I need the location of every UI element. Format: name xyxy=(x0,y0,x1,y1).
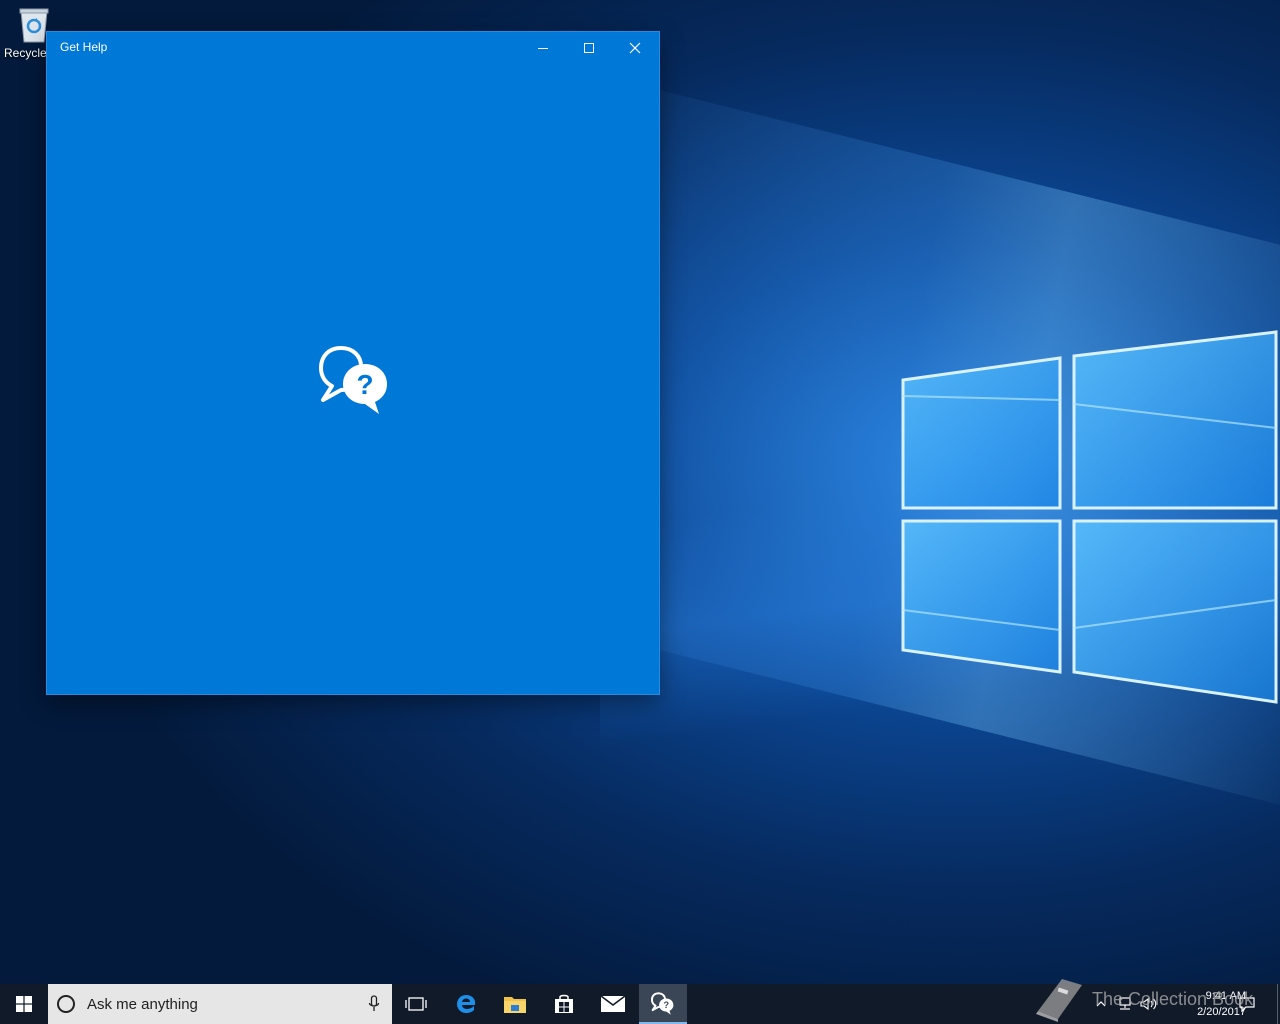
recycle-bin-icon xyxy=(17,6,51,44)
cortana-icon xyxy=(57,995,75,1013)
taskbar-app-get-help[interactable]: ? xyxy=(639,984,687,1024)
show-desktop-divider xyxy=(1276,984,1278,1024)
svg-text:?: ? xyxy=(663,1000,669,1010)
taskbar-app-mail[interactable] xyxy=(589,984,637,1024)
help-chat-icon: ? xyxy=(650,992,674,1015)
taskbar: Ask me anything ? 9:41 AM 2/20/2017 xyxy=(0,984,1280,1024)
maximize-icon xyxy=(584,43,594,53)
windows-start-icon xyxy=(16,996,32,1012)
chevron-up-icon xyxy=(1096,1001,1106,1007)
action-center-button[interactable] xyxy=(1234,984,1260,1024)
close-icon xyxy=(629,42,641,54)
close-button[interactable] xyxy=(612,32,658,64)
folder-icon xyxy=(504,997,526,1013)
svg-text:?: ? xyxy=(356,369,373,400)
start-button[interactable] xyxy=(0,984,48,1024)
taskbar-app-store[interactable] xyxy=(540,984,588,1024)
clock-date: 2/20/2017 xyxy=(1197,1006,1246,1018)
edge-icon xyxy=(457,995,476,1013)
window-title: Get Help xyxy=(60,40,108,54)
show-desktop-button[interactable] xyxy=(1274,984,1280,1024)
help-chat-bubbles-icon: ? xyxy=(319,346,387,414)
task-view-icon xyxy=(405,997,427,1011)
taskbar-app-file-explorer[interactable] xyxy=(491,984,539,1024)
mail-icon xyxy=(600,995,626,1012)
minimize-icon xyxy=(538,48,548,49)
maximize-button[interactable] xyxy=(566,32,612,64)
search-box[interactable]: Ask me anything xyxy=(48,984,392,1024)
window-titlebar[interactable]: Get Help xyxy=(47,32,659,64)
search-placeholder: Ask me anything xyxy=(87,995,198,1013)
get-help-window[interactable]: Get Help ? xyxy=(47,32,659,694)
store-icon xyxy=(555,994,573,1013)
clock-time: 9:41 AM xyxy=(1205,990,1246,1002)
microphone-icon[interactable] xyxy=(368,995,380,1013)
task-view-button[interactable] xyxy=(392,984,440,1024)
network-button[interactable] xyxy=(1114,984,1136,1024)
taskbar-clock[interactable]: 9:41 AM 2/20/2017 xyxy=(1146,988,1246,1020)
minimize-button[interactable] xyxy=(520,32,566,64)
network-icon xyxy=(1119,997,1131,1010)
show-hidden-icons-button[interactable] xyxy=(1092,984,1110,1024)
taskbar-app-edge[interactable] xyxy=(442,984,490,1024)
notification-icon xyxy=(1239,997,1255,1012)
